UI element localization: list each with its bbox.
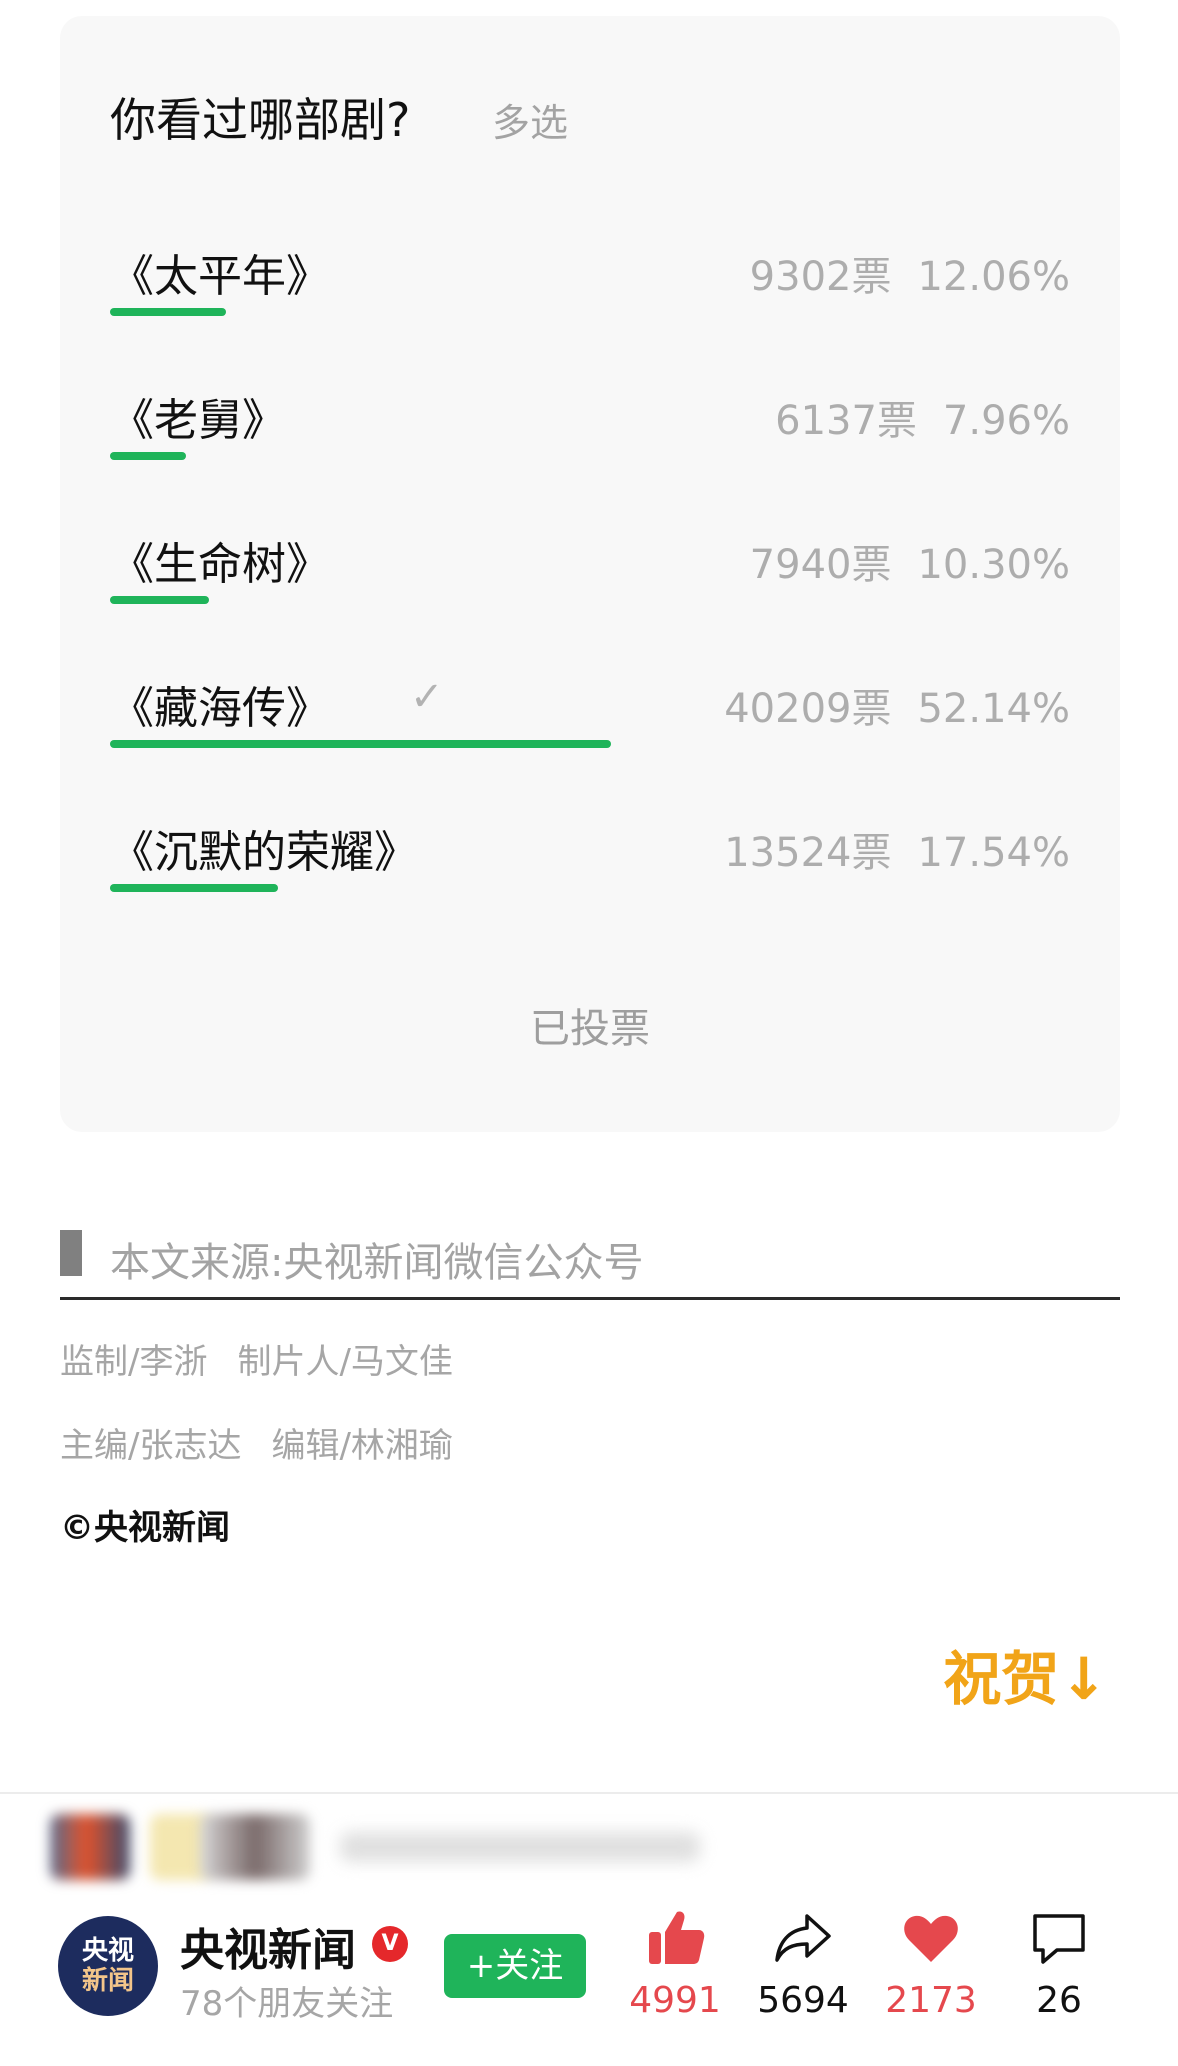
credit-editor: 编辑/林湘瑜 xyxy=(271,1426,453,1466)
comment-button[interactable]: 26 xyxy=(1004,1906,1114,2021)
poll-option-bar-track xyxy=(110,452,1070,460)
checkmark-icon: ✓ xyxy=(410,674,444,720)
comment-count: 26 xyxy=(1036,1980,1082,2021)
friends-liked-row[interactable] xyxy=(50,1808,750,1888)
poll-option-votes: 6137票 xyxy=(775,398,917,444)
poll-option-bar-track xyxy=(110,740,1070,748)
poll-option-percent: 7.96% xyxy=(942,398,1070,444)
thumbs-up-icon xyxy=(649,1911,705,1964)
friend-avatar xyxy=(200,1814,310,1880)
share-button[interactable]: 5694 xyxy=(748,1906,858,2021)
article-source: 本文来源:央视新闻微信公众号 xyxy=(60,1228,1120,1300)
poll-option-votes: 13524票 xyxy=(724,830,892,876)
poll-option-percent: 12.06% xyxy=(917,254,1070,300)
comment-icon xyxy=(1033,1914,1085,1964)
poll-option-label: 《沉默的荣耀》 xyxy=(110,827,418,878)
poll-option-stats: 9302票 12.06% xyxy=(750,244,1070,302)
credit-chief-editor: 主编/张志达 xyxy=(60,1426,242,1466)
favorite-count: 2173 xyxy=(885,1980,977,2021)
poll-option[interactable]: 《沉默的荣耀》 13524票 17.54% xyxy=(110,816,1070,926)
vote-status: 已投票 xyxy=(530,1006,650,1052)
credits-line: 监制/李浙 制片人/马文佳 xyxy=(60,1334,453,1383)
avatar-text: 新闻 xyxy=(81,1966,134,1996)
friends-liked-text xyxy=(340,1832,700,1862)
poll-option[interactable]: 《太平年》 9302票 12.06% xyxy=(110,240,1070,350)
credit-supervisor: 监制/李浙 xyxy=(60,1342,208,1382)
congrats-link[interactable]: 祝贺↓ xyxy=(943,1632,1108,1716)
poll-option-bar xyxy=(110,452,187,460)
favorite-button[interactable]: 2173 xyxy=(876,1906,986,2021)
poll-option-bar-track xyxy=(110,596,1070,604)
poll-option-label: 《藏海传》 xyxy=(110,683,330,734)
poll-option-stats: 40209票 52.14% xyxy=(724,676,1070,734)
poll-option-stats: 13524票 17.54% xyxy=(724,820,1070,878)
poll-option-stats: 6137票 7.96% xyxy=(775,388,1070,446)
account-name[interactable]: 央视新闻 xyxy=(180,1914,356,1978)
poll-option-bar xyxy=(110,308,226,316)
poll-option-bar xyxy=(110,740,611,748)
avatar-text: 央视 xyxy=(81,1936,134,1966)
article-footer: 央视 新闻 央视新闻 V 78个朋友关注 +关注 4991 5694 2173 … xyxy=(0,1900,1178,2060)
follow-button[interactable]: +关注 xyxy=(444,1934,586,1998)
poll-option-bar xyxy=(110,884,279,892)
account-avatar[interactable]: 央视 新闻 xyxy=(58,1916,158,2016)
source-text: 本文来源:央视新闻微信公众号 xyxy=(110,1240,644,1286)
poll-option-votes: 9302票 xyxy=(749,254,892,300)
heart-icon xyxy=(904,1915,958,1962)
copyright: ©央视新闻 xyxy=(60,1508,230,1548)
verified-badge-icon: V xyxy=(372,1926,408,1962)
credit-producer: 制片人/马文佳 xyxy=(237,1342,453,1382)
account-followers: 78个朋友关注 xyxy=(180,1984,394,2024)
poll-option-bar-track xyxy=(110,308,1070,316)
poll-mode-label: 多选 xyxy=(492,101,569,145)
poll-option-label: 《老舅》 xyxy=(110,395,286,446)
poll-option-percent: 17.54% xyxy=(917,830,1070,876)
like-button[interactable]: 4991 xyxy=(620,1906,730,2021)
like-count: 4991 xyxy=(629,1980,721,2021)
poll-option[interactable]: 《生命树》 7940票 10.30% xyxy=(110,528,1070,638)
poll-option-bar xyxy=(110,596,209,604)
poll-option-percent: 52.14% xyxy=(917,686,1070,732)
poll-option[interactable]: 《老舅》 6137票 7.96% xyxy=(110,384,1070,494)
poll-option-votes: 40209票 xyxy=(724,686,892,732)
poll-option-votes: 7940票 xyxy=(749,542,892,588)
poll-title: 你看过哪部剧? xyxy=(110,93,411,147)
poll-option-label: 《太平年》 xyxy=(110,251,330,302)
divider xyxy=(0,1792,1178,1794)
poll-option-stats: 7940票 10.30% xyxy=(750,532,1070,590)
share-count: 5694 xyxy=(757,1980,849,2021)
poll-option-label: 《生命树》 xyxy=(110,539,330,590)
poll-option-bar-track xyxy=(110,884,1070,892)
credits-line: 主编/张志达 编辑/林湘瑜 xyxy=(60,1418,453,1467)
poll-option-percent: 10.30% xyxy=(917,542,1070,588)
source-marker xyxy=(60,1230,82,1276)
poll-option-selected[interactable]: 《藏海传》 ✓ 40209票 52.14% xyxy=(110,672,1070,782)
friend-avatar xyxy=(50,1814,130,1880)
share-icon xyxy=(775,1914,831,1962)
poll-card: 你看过哪部剧? 多选 《太平年》 9302票 12.06% 《老舅》 6137票 7… xyxy=(60,16,1120,1132)
